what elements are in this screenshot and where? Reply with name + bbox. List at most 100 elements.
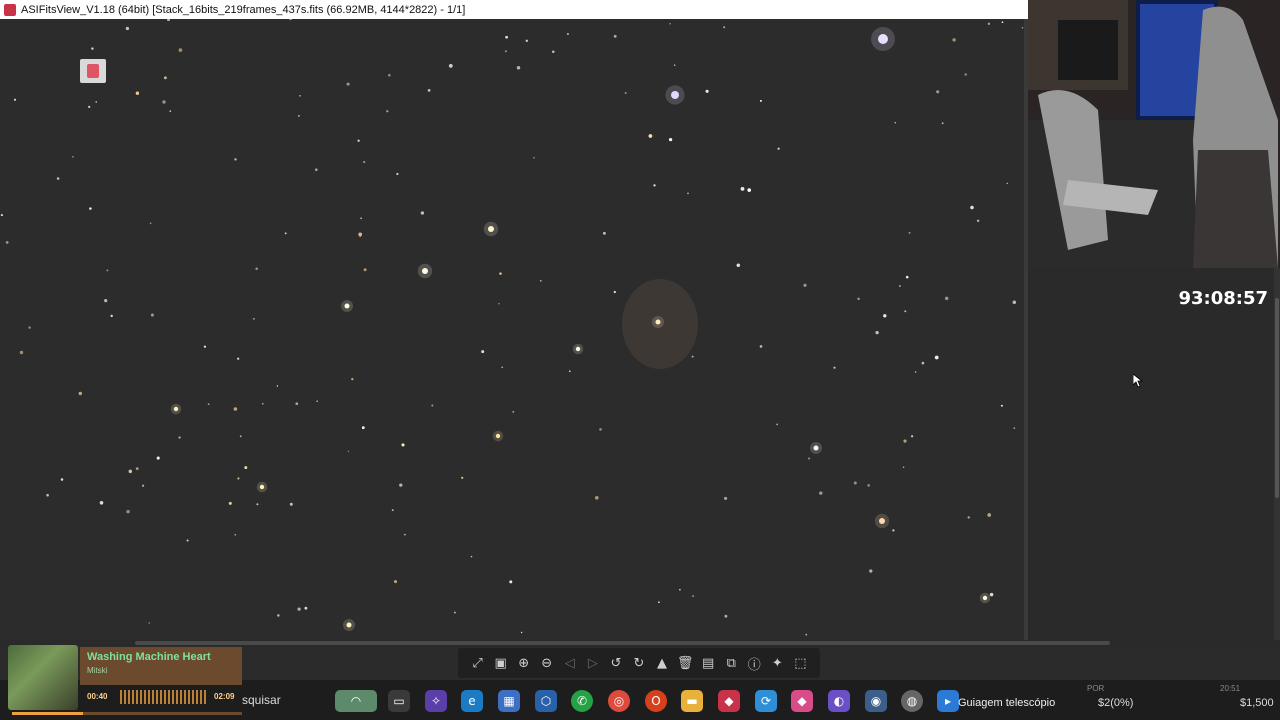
star — [498, 303, 500, 305]
zoom-out-icon[interactable]: ⊖ — [538, 655, 555, 672]
star — [970, 205, 974, 210]
planet-icon[interactable]: ◐ — [828, 690, 850, 712]
app-badge-icon[interactable] — [80, 59, 106, 83]
star — [1006, 182, 1009, 185]
star — [162, 100, 166, 104]
chrome-icon[interactable]: ◎ — [608, 690, 630, 712]
star — [104, 298, 108, 303]
zoom-in-icon[interactable]: ⊕ — [515, 655, 532, 672]
landscape-widget-icon[interactable]: ◠ — [335, 690, 377, 712]
star — [525, 39, 528, 42]
bright-star — [346, 622, 352, 628]
star — [167, 19, 170, 22]
asi-icon[interactable]: ◆ — [718, 690, 740, 712]
mouse-cursor-icon — [1133, 374, 1143, 388]
star — [28, 326, 31, 329]
webcam-feed — [1028, 0, 1280, 268]
star — [648, 134, 653, 138]
star — [91, 47, 94, 50]
fit-icon[interactable]: ⤢ — [469, 655, 486, 672]
star — [60, 478, 64, 481]
star — [516, 66, 521, 70]
file-icon[interactable]: ▭ — [388, 690, 410, 712]
star — [613, 34, 617, 38]
taskbar-search-text[interactable]: squisar — [242, 693, 281, 707]
next-icon[interactable]: ▷ — [584, 655, 601, 672]
star — [453, 611, 456, 614]
star — [56, 177, 60, 180]
star — [393, 580, 398, 584]
star — [808, 457, 811, 460]
star — [178, 436, 181, 439]
window-title: ASIFitsView_V1.18 (64bit) [Stack_16bits_… — [21, 3, 466, 16]
star — [921, 361, 925, 365]
star — [277, 614, 280, 617]
delete-icon[interactable]: 🗑 — [677, 655, 694, 672]
star — [903, 439, 907, 443]
star — [261, 402, 264, 405]
star — [314, 168, 318, 172]
folder-icon[interactable]: ▬ — [681, 690, 703, 712]
annotate-icon[interactable]: ⬚ — [792, 655, 809, 672]
star — [724, 614, 728, 618]
star — [833, 366, 836, 369]
bright-star — [813, 445, 819, 451]
star — [867, 484, 871, 487]
star — [135, 91, 140, 95]
save-icon[interactable]: ▤ — [700, 655, 717, 672]
star — [431, 404, 434, 407]
star — [391, 509, 394, 511]
star — [512, 411, 515, 413]
webcam-overlay — [1028, 0, 1280, 268]
star — [509, 580, 513, 584]
star — [520, 631, 523, 634]
rotate-right-icon[interactable]: ↻ — [630, 655, 647, 672]
prev-icon[interactable]: ◁ — [561, 655, 578, 672]
song-title: Washing Machine Heart — [87, 651, 211, 663]
info-icon[interactable]: ⓘ — [746, 655, 763, 673]
star — [952, 38, 956, 42]
song-elapsed: 00:40 — [87, 692, 108, 701]
bright-star — [422, 268, 428, 274]
star — [95, 101, 97, 103]
asi-studio-icon[interactable]: ◆ — [791, 690, 813, 712]
star — [178, 48, 183, 52]
copilot-icon[interactable]: ✧ — [425, 690, 447, 712]
stream-timer: 93:08:57 — [1178, 288, 1268, 309]
edge-icon[interactable]: e — [461, 690, 483, 712]
star — [420, 211, 425, 215]
cube-icon[interactable]: ⬡ — [535, 690, 557, 712]
star — [72, 155, 74, 158]
star — [358, 232, 363, 237]
right-scrollbar[interactable] — [1274, 268, 1280, 640]
star — [186, 539, 189, 542]
album-art — [8, 645, 78, 710]
star — [594, 495, 599, 500]
taskbar-active-label[interactable]: Guiagem telescópio — [958, 697, 1055, 709]
star — [692, 595, 695, 598]
crop-icon[interactable]: ⧉ — [723, 655, 740, 672]
star — [504, 50, 507, 53]
rotate-left-icon[interactable]: ↺ — [607, 655, 624, 672]
star-icon[interactable]: ✦ — [769, 655, 786, 672]
star — [566, 32, 569, 36]
histogram-icon[interactable]: ▲ — [654, 655, 671, 672]
star — [5, 241, 9, 244]
store-icon[interactable]: ▦ — [498, 690, 520, 712]
whatsapp-icon[interactable]: ✆ — [571, 690, 593, 712]
app-icon[interactable]: ▸ — [937, 690, 959, 712]
star — [360, 217, 362, 220]
actual-size-icon[interactable]: ▣ — [492, 655, 509, 672]
star — [776, 423, 778, 426]
star — [99, 500, 104, 505]
song-progress-bar[interactable] — [12, 712, 242, 715]
sync-icon[interactable]: ⟳ — [755, 690, 777, 712]
saturn-icon[interactable]: ◍ — [901, 690, 923, 712]
star — [899, 285, 901, 287]
image-viewer[interactable] — [0, 19, 1024, 640]
star — [904, 310, 907, 313]
camera-icon[interactable]: ◉ — [865, 690, 887, 712]
star — [125, 26, 130, 31]
star — [461, 476, 464, 479]
opera-icon[interactable]: O — [645, 690, 667, 712]
